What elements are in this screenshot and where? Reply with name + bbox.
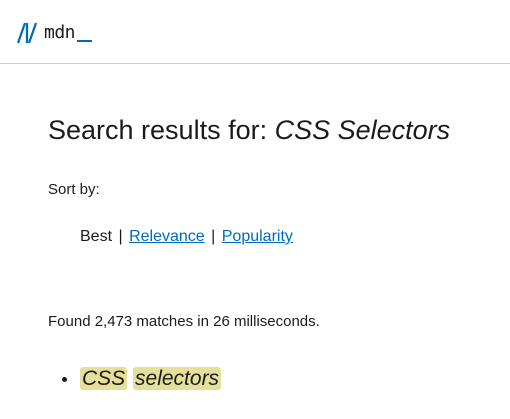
page-title-prefix: Search results for: (48, 115, 275, 145)
sort-options: Best | Relevance | Popularity (80, 226, 293, 248)
result-link[interactable]: CSS selectors (80, 364, 222, 394)
sort-separator: | (211, 228, 216, 245)
result-list: CSS selectors (62, 364, 222, 394)
highlighted-term: CSS (80, 367, 128, 390)
page-title: Search results for: CSS Selectors (48, 112, 450, 148)
mdn-logo[interactable]: mdn (16, 21, 93, 45)
search-query: CSS Selectors (274, 115, 451, 145)
list-bullet (62, 376, 67, 382)
sort-separator: | (118, 228, 123, 245)
mdn-logo-icon (16, 22, 38, 44)
sort-option-popularity[interactable]: Popularity (222, 228, 293, 245)
logo-underscore (77, 40, 93, 42)
highlighted-term: selectors (133, 367, 222, 390)
sort-option-best: Best (80, 228, 113, 245)
logo-text: mdn (44, 22, 76, 43)
sort-option-relevance[interactable]: Relevance (129, 228, 205, 245)
result-item: CSS selectors (62, 364, 222, 394)
top-header: mdn (0, 0, 510, 64)
sort-label: Sort by: (48, 181, 100, 198)
results-count: Found 2,473 matches in 26 milliseconds. (48, 313, 320, 330)
